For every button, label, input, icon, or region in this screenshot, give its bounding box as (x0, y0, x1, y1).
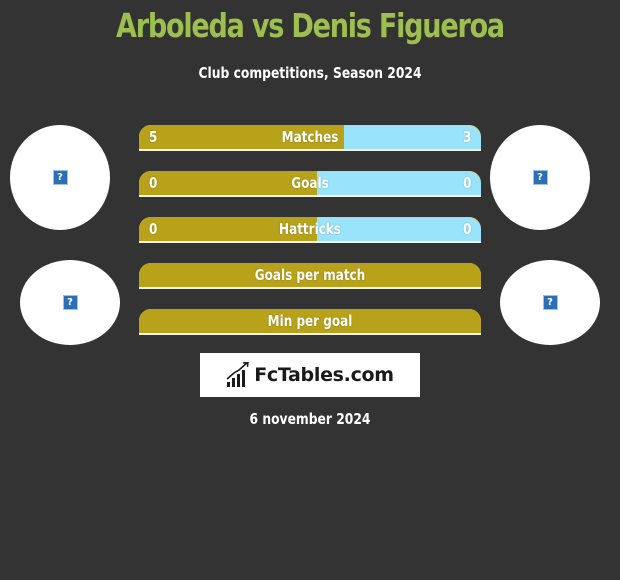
left-club-logo: ? (20, 260, 120, 345)
right-value: 0 (462, 220, 471, 238)
stat-label: Goals per match (254, 266, 366, 284)
date-label: 6 november 2024 (249, 410, 371, 428)
stat-bar-matches: 5 Matches 3 (139, 125, 481, 151)
stat-bar-goals: 0 Goals 0 (139, 171, 481, 197)
left-value: 5 (149, 128, 158, 146)
stat-bar-min-per-goal: Min per goal (139, 309, 481, 335)
right-club-logo: ? (500, 260, 600, 345)
brand-name: FcTables.com (254, 364, 394, 386)
bar-chart-trend-icon (226, 362, 249, 387)
stat-label: Matches (281, 128, 339, 146)
fctables-logo[interactable]: FcTables.com (200, 353, 420, 397)
broken-image-icon: ? (62, 295, 78, 310)
competition-subtitle: Club competitions, Season 2024 (198, 64, 422, 82)
left-value: 0 (149, 220, 158, 238)
stat-label: Goals (291, 174, 329, 192)
stat-label: Hattricks (279, 220, 341, 238)
broken-image-icon: ? (52, 170, 68, 185)
broken-image-icon: ? (542, 295, 558, 310)
left-player-photo: ? (10, 125, 110, 230)
stat-bar-goals-per-match: Goals per match (139, 263, 481, 289)
stat-label: Min per goal (267, 312, 353, 330)
right-value: 0 (462, 174, 471, 192)
left-value: 0 (149, 174, 158, 192)
right-value: 3 (462, 128, 471, 146)
right-player-photo: ? (490, 125, 590, 230)
broken-image-icon: ? (532, 170, 548, 185)
stat-bar-hattricks: 0 Hattricks 0 (139, 217, 481, 243)
page-title: Arboleda vs Denis Figueroa (116, 6, 505, 45)
